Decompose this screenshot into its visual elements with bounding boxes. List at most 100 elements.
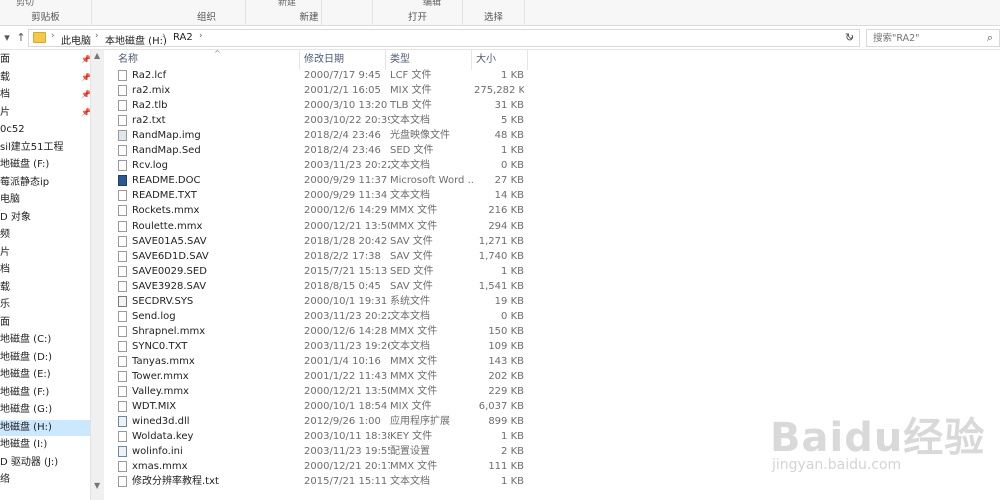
nav-item[interactable]: D 驱动器 (J:) [0, 455, 90, 471]
search-input[interactable] [867, 30, 977, 46]
nav-item[interactable]: 片 [0, 245, 90, 261]
nav-item[interactable]: 地磁盘 (D:) [0, 350, 90, 366]
nav-item[interactable]: 地磁盘 (H:) [0, 419, 90, 436]
file-date: 2003/11/23 20:22 [304, 160, 390, 172]
nav-item[interactable]: 地磁盘 (E:) [0, 367, 90, 383]
dropdown-arrow-icon[interactable]: ▾ [0, 30, 14, 46]
address-box[interactable]: › 此电脑 › 本地磁盘 (H:) › RA2 › ⌄ [28, 29, 860, 47]
file-row[interactable]: Send.log 2003/11/23 20:22 文本文档 0 KB [114, 309, 528, 324]
nav-item[interactable]: 频 [0, 227, 90, 243]
file-size: 0 KB [501, 310, 524, 322]
file-row[interactable]: SECDRV.SYS 2000/10/1 19:31 系统文件 19 KB [114, 294, 528, 309]
column-header-size[interactable]: 大小 [472, 50, 528, 70]
nav-item[interactable]: 载 [0, 280, 90, 296]
file-row[interactable]: SAVE6D1D.SAV 2018/2/2 17:38 SAV 文件 1,740 KB [114, 249, 528, 264]
file-type: MMX 文件 [390, 386, 438, 398]
file-row[interactable]: RandMap.img 2018/2/4 23:46 光盘映像文件 48 KB [114, 128, 528, 143]
file-row[interactable]: WDT.MIX 2000/10/1 18:54 MIX 文件 6,037 KB [114, 399, 528, 414]
search-box[interactable]: ⌕ [866, 29, 1000, 47]
nav-item[interactable]: 络 [0, 472, 90, 488]
breadcrumb-this-pc[interactable]: 此电脑 [61, 32, 91, 47]
file-row[interactable]: SAVE01A5.SAV 2018/1/28 20:42 SAV 文件 1,271 K… [114, 234, 528, 249]
breadcrumb-drive-h[interactable]: 本地磁盘 (H:) [105, 32, 167, 47]
nav-item[interactable]: 地磁盘 (F:) [0, 157, 90, 173]
file-size: 143 KB [488, 355, 524, 367]
file-type: SAV 文件 [390, 250, 433, 262]
nav-item[interactable]: 载 [0, 70, 90, 86]
file-row[interactable]: SAVE0029.SED 2015/7/21 15:13 SED 文件 1 KB [114, 264, 528, 279]
file-type: MMX 文件 [390, 325, 438, 337]
file-name: Valley.mmx [132, 386, 189, 398]
pin-icon[interactable]: 📌 [81, 105, 91, 121]
nav-item[interactable]: 地磁盘 (F:) [0, 385, 90, 401]
chevron-right-icon[interactable]: › [95, 31, 99, 41]
pin-icon[interactable]: 📌 [81, 70, 91, 86]
file-row[interactable]: xmas.mmx 2000/12/21 20:17 MMX 文件 111 KB [114, 459, 528, 474]
file-row[interactable]: README.DOC 2000/9/29 11:37 Microsoft Word … [114, 173, 528, 188]
nav-scrollbar[interactable]: ▲ ▼ [90, 50, 104, 500]
file-size: 6,037 KB [478, 401, 524, 413]
file-date: 2015/7/21 15:11 [304, 476, 388, 488]
nav-item[interactable]: 电脑 [0, 192, 90, 208]
file-row[interactable]: README.TXT 2000/9/29 11:34 文本文档 14 KB [114, 188, 528, 203]
file-row[interactable]: Roulette.mmx 2000/12/21 13:50 MMX 文件 294 KB [114, 219, 528, 234]
disc-image-icon [118, 130, 127, 142]
file-row[interactable]: Tower.mmx 2001/1/22 11:43 MMX 文件 202 KB [114, 369, 528, 384]
nav-item[interactable]: 莓派静态ip [0, 175, 90, 191]
nav-item[interactable]: 面 [0, 315, 90, 331]
nav-item[interactable]: 地磁盘 (C:) [0, 332, 90, 348]
chevron-right-icon[interactable]: › [51, 31, 55, 41]
file-icon [118, 265, 127, 277]
system-file-icon [118, 295, 127, 307]
file-row[interactable]: Shrapnel.mmx 2000/12/6 14:28 MMX 文件 150 KB [114, 324, 528, 339]
file-icon [118, 145, 127, 157]
nav-item[interactable]: 档 [0, 262, 90, 278]
file-size: 27 KB [494, 175, 524, 187]
breadcrumb-ra2[interactable]: RA2 [173, 32, 193, 43]
file-row[interactable]: Woldata.key 2003/10/11 18:38 KEY 文件 1 KB [114, 429, 528, 444]
file-row[interactable]: RandMap.Sed 2018/2/4 23:46 SED 文件 1 KB [114, 143, 528, 158]
file-row[interactable]: Valley.mmx 2000/12/21 13:50 MMX 文件 229 KB [114, 384, 528, 399]
file-name: Rcv.log [132, 160, 169, 172]
nav-item[interactable]: 乐 [0, 297, 90, 313]
file-row[interactable]: ra2.mix 2001/2/1 16:05 MIX 文件 275,282 KB [114, 83, 528, 98]
up-arrow-icon[interactable]: ↑ [14, 30, 28, 46]
file-row[interactable]: Ra2.tlb 2000/3/10 13:20 TLB 文件 31 KB [114, 98, 528, 113]
file-row[interactable]: Rcv.log 2003/11/23 20:22 文本文档 0 KB [114, 158, 528, 173]
nav-item[interactable]: 0c52 [0, 122, 90, 138]
column-header-type[interactable]: 类型 [386, 50, 472, 70]
nav-item[interactable]: 面 [0, 52, 90, 68]
column-header-date[interactable]: 修改日期 [300, 50, 386, 70]
file-row[interactable]: SYNC0.TXT 2003/11/23 19:26 文本文档 109 KB [114, 339, 528, 354]
file-row[interactable]: Ra2.lcf 2000/7/17 9:45 LCF 文件 1 KB [114, 68, 528, 83]
nav-item[interactable]: 地磁盘 (G:) [0, 402, 90, 418]
nav-item-label: 地磁盘 (H:) [0, 421, 52, 433]
pin-icon[interactable]: 📌 [81, 52, 91, 68]
scroll-down-icon[interactable]: ▼ [94, 481, 100, 490]
chevron-right-icon[interactable]: › [162, 31, 166, 41]
chevron-right-icon[interactable]: › [199, 31, 203, 41]
file-name: 修改分辨率教程.txt [132, 476, 219, 488]
file-row[interactable]: wolinfo.ini 2003/11/23 19:55 配置设置 2 KB [114, 444, 528, 459]
nav-item[interactable]: D 对象 [0, 210, 90, 226]
file-row[interactable]: Tanyas.mmx 2001/1/4 10:16 MMX 文件 143 KB [114, 354, 528, 369]
search-icon[interactable]: ⌕ [987, 31, 993, 45]
column-header-name[interactable]: 名称 ^ [114, 49, 300, 70]
nav-item[interactable]: 档 [0, 87, 90, 103]
nav-item[interactable]: 地磁盘 (I:) [0, 437, 90, 453]
file-row[interactable]: ra2.txt 2003/10/22 20:39 文本文档 5 KB [114, 113, 528, 128]
file-icon [118, 235, 127, 247]
nav-item[interactable]: sil建立51工程 [0, 140, 90, 156]
file-row[interactable]: Rockets.mmx 2000/12/6 14:29 MMX 文件 216 KB [114, 203, 528, 218]
pin-icon[interactable]: 📌 [81, 87, 91, 103]
file-date: 2000/10/1 18:54 [304, 401, 388, 413]
nav-item[interactable]: 片 [0, 105, 90, 121]
file-row[interactable]: 修改分辨率教程.txt 2015/7/21 15:11 文本文档 1 KB [114, 474, 528, 489]
scroll-up-icon[interactable]: ▲ [94, 51, 100, 60]
file-name: SAVE6D1D.SAV [132, 250, 209, 262]
file-row[interactable]: wined3d.dll 2012/9/26 1:00 应用程序扩展 899 KB [114, 414, 528, 429]
file-row[interactable]: SAVE3928.SAV 2018/8/15 0:45 SAV 文件 1,541 KB [114, 279, 528, 294]
file-name: ra2.txt [132, 115, 166, 127]
file-name: Woldata.key [132, 431, 194, 443]
refresh-icon[interactable]: ↻ [845, 31, 854, 44]
